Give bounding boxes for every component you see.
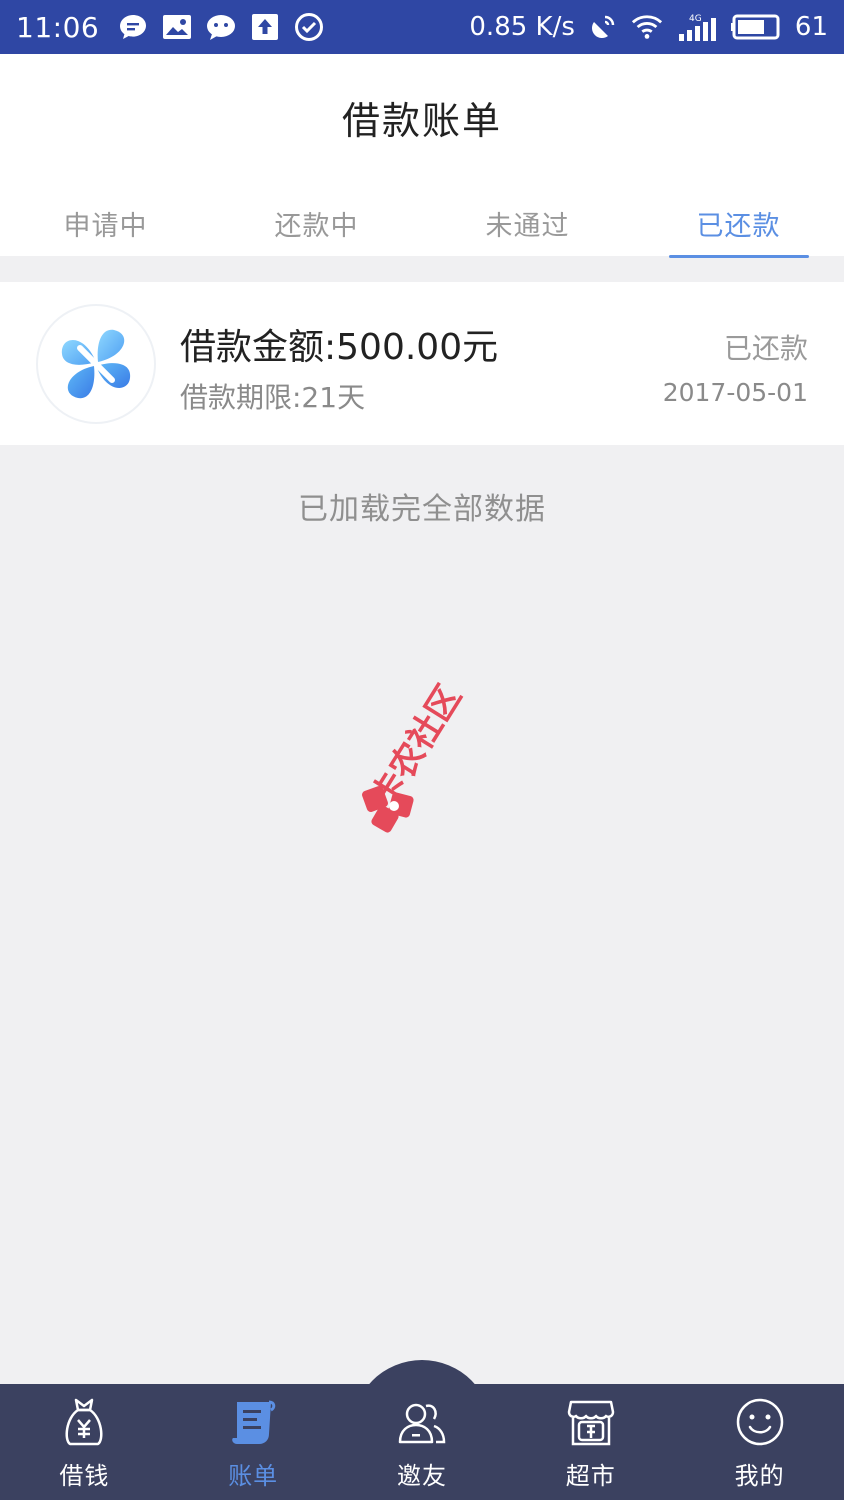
money-bag-icon (65, 1398, 103, 1446)
nav-market[interactable]: 超市 (506, 1384, 675, 1500)
list-end-message: 已加载完全部数据 (298, 492, 546, 527)
battery-icon (730, 12, 783, 42)
loan-status: 已还款 (723, 332, 808, 365)
nav-bill[interactable]: 账单 (169, 1384, 338, 1500)
nav-mine[interactable]: 我的 (675, 1384, 844, 1500)
network-type-label: 4G (689, 14, 702, 24)
check-circle-icon (293, 12, 325, 42)
loan-amount: 借款金额:500.00元 (180, 327, 499, 368)
network-speed: 0.85 K/s (469, 12, 575, 42)
nav-borrow[interactable]: 借钱 (0, 1384, 169, 1500)
loan-date: 2017-05-01 (662, 378, 808, 407)
nav-label-market: 超市 (565, 1462, 616, 1490)
loan-term: 借款期限:21天 (180, 381, 366, 414)
tab-applying[interactable]: 申请中 (0, 194, 211, 256)
wechat-icon (205, 12, 237, 42)
header: 借款账单 申请中 还款中 未通过 已还款 (0, 54, 844, 258)
bottom-nav: 借钱 账单 邀友 超市 我的 (0, 1384, 844, 1500)
status-bar: 11:06 0.85 K/s 4G 61 (0, 0, 844, 54)
bill-icon (232, 1400, 276, 1444)
nav-label-invite: 邀友 (396, 1462, 447, 1490)
tab-bar: 申请中 还款中 未通过 已还款 (0, 194, 844, 258)
nav-label-borrow: 借钱 (59, 1462, 110, 1490)
clover-logo-icon (61, 329, 131, 399)
status-notification-icons (117, 12, 325, 42)
page-title: 借款账单 (341, 99, 502, 143)
watermark-logo-icon: 卡农社区 (362, 678, 470, 833)
wifi-icon (631, 12, 663, 42)
nav-label-bill: 账单 (228, 1462, 279, 1490)
tab-repaying[interactable]: 还款中 (211, 194, 422, 256)
tab-repaid[interactable]: 已还款 (633, 194, 844, 258)
market-icon (567, 1400, 615, 1446)
nav-label-mine: 我的 (734, 1462, 785, 1490)
smile-icon (736, 1398, 783, 1446)
battery-level: 61 (794, 12, 828, 42)
watermark: 卡农社区 (360, 660, 490, 840)
signal-4g-icon: 4G (675, 12, 719, 42)
upload-icon (249, 12, 281, 42)
satellite-icon (587, 12, 619, 42)
screen: 11:06 0.85 K/s 4G 61 借款账单 申请中 还款中 未通过 已还… (0, 0, 844, 1500)
nav-invite[interactable]: 邀友 (338, 1384, 507, 1500)
lender-logo (36, 304, 156, 424)
tab-rejected[interactable]: 未通过 (422, 194, 633, 256)
loan-record-card[interactable]: 借款金额:500.00元 借款期限:21天 已还款 2017-05-01 (0, 282, 844, 445)
invite-friends-icon (398, 1403, 446, 1444)
image-icon (161, 12, 193, 42)
message-icon (117, 12, 149, 42)
status-system-icons: 0.85 K/s 4G 61 (469, 12, 828, 42)
status-time: 11:06 (16, 10, 100, 44)
